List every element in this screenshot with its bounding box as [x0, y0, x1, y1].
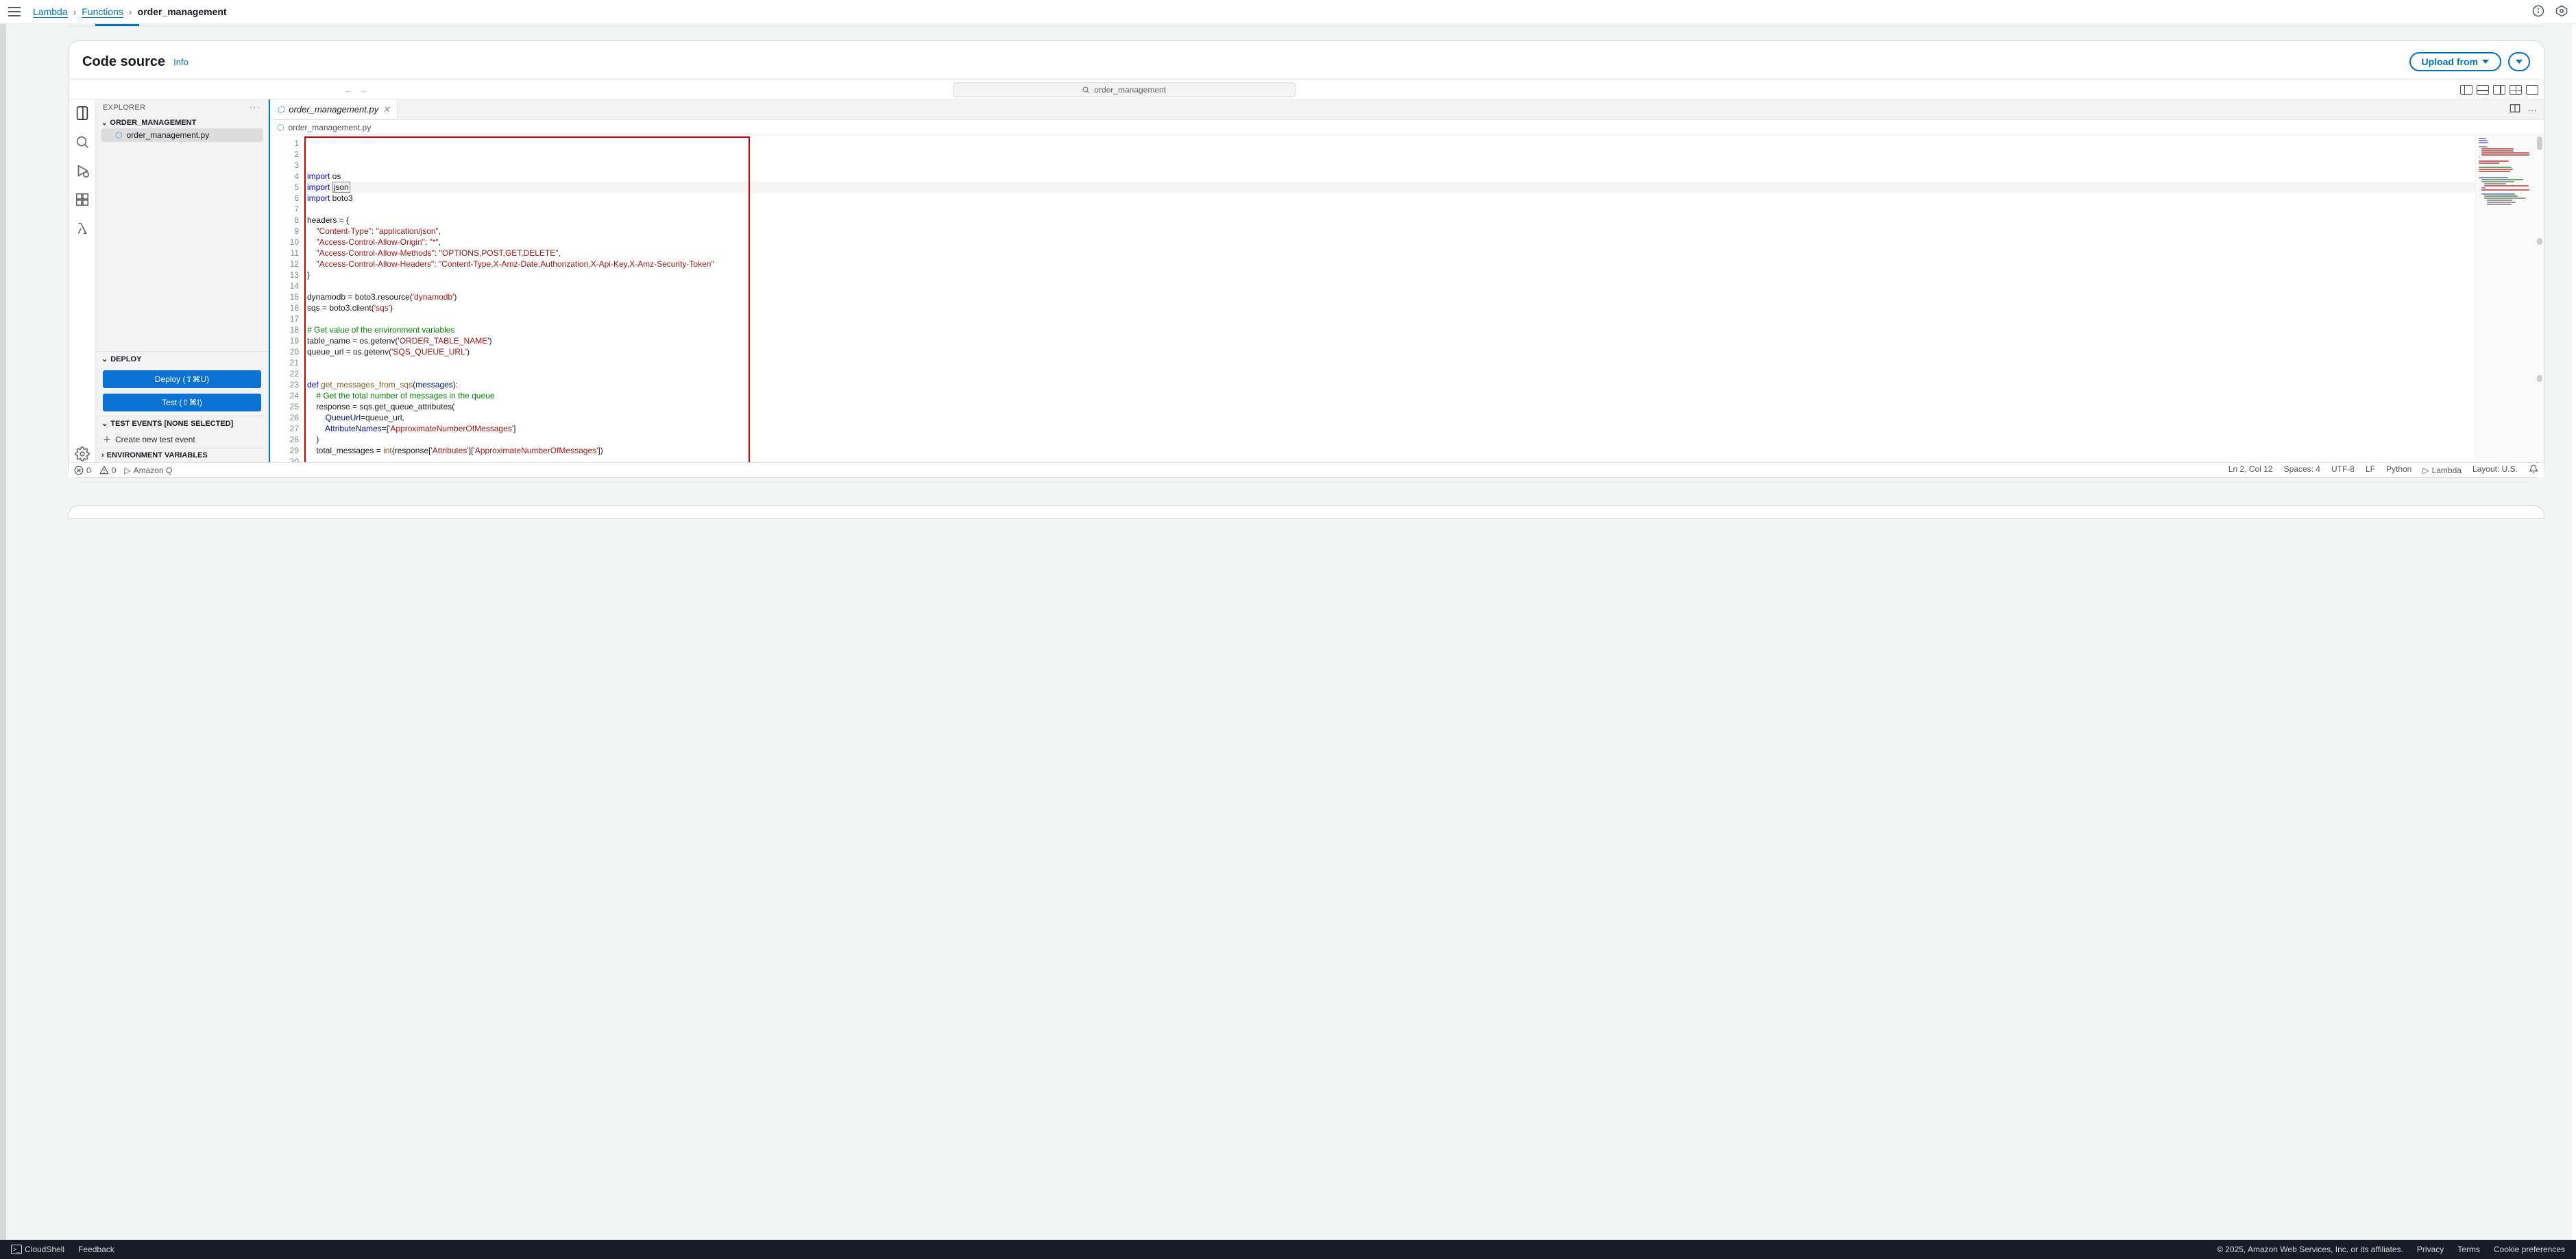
editor-more-icon[interactable]: ··· — [2527, 104, 2537, 115]
side-panel: EXPLORER ··· ⌄ORDER_MANAGEMENT ⬡ order_m… — [96, 99, 269, 462]
chevron-down-icon: ⌄ — [101, 419, 108, 428]
terms-link[interactable]: Terms — [2457, 1245, 2480, 1254]
upload-from-button[interactable]: Upload from — [2409, 52, 2501, 71]
close-tab-icon[interactable]: ✕ — [382, 104, 390, 115]
top-nav: Lambda › Functions › order_management — [0, 0, 2576, 24]
plus-icon: ＋ — [103, 433, 111, 445]
refresh-icon[interactable] — [2555, 5, 2568, 19]
project-folder[interactable]: ⌄ORDER_MANAGEMENT — [101, 117, 263, 128]
explorer-icon[interactable] — [74, 105, 90, 121]
activity-bar — [69, 99, 96, 462]
status-eol[interactable]: LF — [2366, 464, 2375, 476]
status-lambda[interactable]: ▷Lambda — [2422, 464, 2462, 476]
layout-full-icon[interactable] — [2526, 85, 2538, 95]
test-events-section-header[interactable]: ⌄TEST EVENTS [NONE SELECTED] — [96, 416, 268, 431]
status-encoding[interactable]: UTF-8 — [2331, 464, 2355, 476]
breadcrumb-lambda[interactable]: Lambda — [33, 6, 68, 18]
privacy-link[interactable]: Privacy — [2417, 1245, 2444, 1254]
line-gutter: 1234567891011121314151617181920212223242… — [270, 135, 304, 462]
ide-status-bar: 0 0 ▷Amazon Q Ln 2, Col 12 Spaces: 4 UTF… — [69, 462, 2544, 477]
file-tree-item[interactable]: ⬡ order_management.py — [101, 128, 263, 142]
cloudshell-icon: >_ — [11, 1245, 22, 1254]
copyright-text: © 2025, Amazon Web Services, Inc. or its… — [2217, 1245, 2403, 1254]
search-icon[interactable] — [74, 134, 90, 150]
layout-grid-icon[interactable] — [2510, 85, 2522, 95]
status-errors[interactable]: 0 — [74, 466, 91, 475]
test-button[interactable]: Test (⇧⌘I) — [103, 394, 261, 411]
status-spaces[interactable]: Spaces: 4 — [2284, 464, 2320, 476]
python-file-icon: ⬡ — [277, 104, 284, 115]
search-text: order_management — [1094, 85, 1166, 95]
run-debug-icon[interactable] — [74, 163, 90, 179]
caret-down-icon — [2482, 60, 2489, 64]
explorer-label: EXPLORER — [103, 104, 145, 112]
info-icon[interactable] — [2532, 5, 2544, 19]
more-actions-button[interactable] — [2508, 52, 2530, 71]
status-cursor[interactable]: Ln 2, Col 12 — [2228, 464, 2273, 476]
python-file-icon: ⬡ — [115, 130, 122, 140]
bell-icon[interactable] — [2529, 464, 2538, 476]
console-footer: >_CloudShell Feedback © 2025, Amazon Web… — [0, 1240, 2576, 1259]
create-test-event[interactable]: ＋Create new test event — [96, 431, 268, 448]
status-warnings[interactable]: 0 — [99, 466, 117, 475]
info-link[interactable]: Info — [173, 57, 189, 67]
deploy-button[interactable]: Deploy (⇧⌘U) — [103, 370, 261, 388]
cloudshell-button[interactable]: >_CloudShell — [11, 1245, 64, 1254]
breadcrumb-functions[interactable]: Functions — [82, 6, 123, 18]
env-vars-section-header[interactable]: ›ENVIRONMENT VARIABLES — [96, 448, 268, 462]
chevron-right-icon: › — [129, 6, 132, 17]
python-file-icon: ⬡ — [277, 123, 284, 132]
ide-toolbar: ← → order_management — [69, 80, 2544, 99]
chevron-down-icon: ⌄ — [101, 119, 107, 127]
hamburger-menu-icon[interactable] — [8, 3, 25, 20]
nav-back-icon[interactable]: ← — [344, 84, 354, 95]
command-search[interactable]: order_management — [953, 82, 1296, 97]
nav-forward-icon[interactable]: → — [358, 84, 367, 95]
scrollbar-thumb[interactable] — [2537, 238, 2542, 245]
chevron-right-icon: › — [101, 451, 104, 459]
cookie-prefs-link[interactable]: Cookie preferences — [2494, 1245, 2565, 1254]
code-editor[interactable]: import osimport jsonimport boto3 headers… — [304, 135, 2475, 462]
status-layout[interactable]: Layout: U.S. — [2472, 464, 2518, 476]
split-editor-icon[interactable] — [2510, 104, 2520, 115]
caret-down-icon — [2516, 60, 2523, 64]
code-source-panel: Code source Info Upload from ← → — [68, 40, 2544, 478]
chevron-down-icon: ⌄ — [101, 355, 108, 363]
breadcrumb-current: order_management — [138, 6, 227, 17]
scrollbar-thumb[interactable] — [2537, 136, 2542, 150]
layout-bottom-icon[interactable] — [2477, 85, 2489, 95]
minimap[interactable] — [2475, 135, 2544, 462]
panel-title: Code source — [82, 54, 165, 70]
editor-breadcrumb[interactable]: ⬡ order_management.py — [270, 120, 2544, 135]
scrollbar-thumb[interactable] — [2537, 375, 2542, 382]
lambda-icon[interactable] — [74, 220, 90, 237]
breadcrumb: Lambda › Functions › order_management — [33, 6, 227, 18]
status-language[interactable]: Python — [2386, 464, 2411, 476]
lower-panel — [68, 505, 2544, 519]
extensions-icon[interactable] — [74, 191, 90, 208]
search-icon — [1082, 86, 1090, 94]
code-editor-ide: ← → order_management — [69, 80, 2544, 477]
deploy-section-header[interactable]: ⌄DEPLOY — [96, 351, 268, 366]
explorer-more-icon[interactable]: ··· — [250, 104, 261, 112]
status-amazon-q[interactable]: ▷Amazon Q — [124, 466, 172, 475]
editor-tab[interactable]: ⬡ order_management.py ✕ — [270, 99, 398, 119]
editor-area: ⬡ order_management.py ✕ ··· ⬡ order_ — [269, 99, 2544, 462]
layout-right-icon[interactable] — [2493, 85, 2505, 95]
settings-gear-icon[interactable] — [74, 446, 90, 462]
feedback-link[interactable]: Feedback — [78, 1245, 114, 1254]
chevron-right-icon: › — [73, 6, 77, 17]
layout-left-icon[interactable] — [2460, 85, 2472, 95]
side-panel-collapsed[interactable] — [0, 24, 6, 1240]
